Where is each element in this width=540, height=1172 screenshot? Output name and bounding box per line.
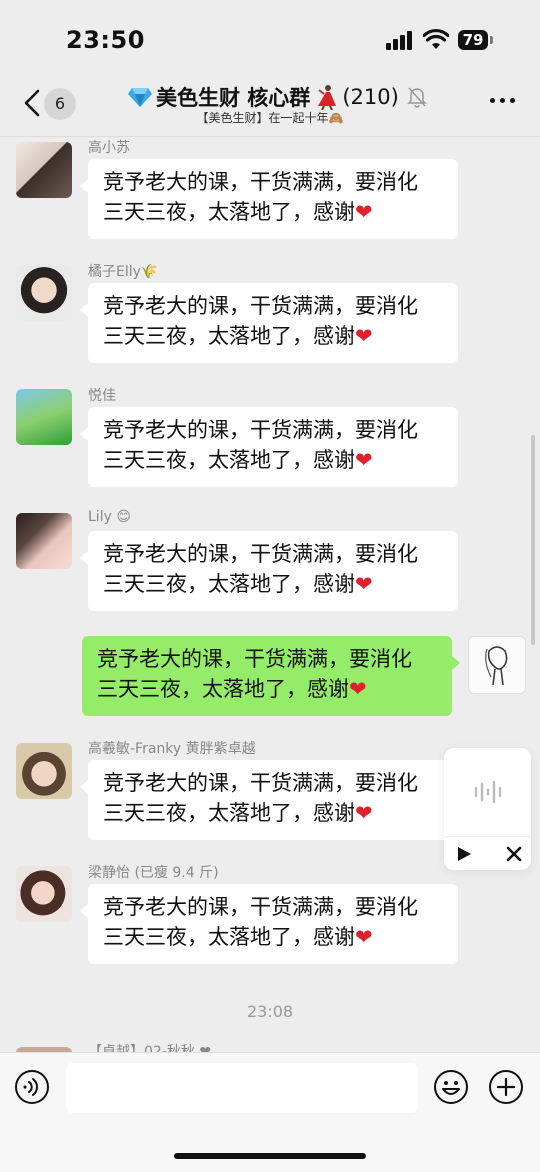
floating-audio-widget[interactable] xyxy=(444,748,531,870)
message-text-line: 竞予老大的课，干货满满，要消化 xyxy=(103,418,418,442)
dancer-emoji-icon xyxy=(318,85,337,110)
message-bubble[interactable]: 竞予老大的课，干货满满，要消化 三天三夜，太落地了，感谢❤ xyxy=(80,884,458,964)
heart-emoji: ❤ xyxy=(355,324,373,348)
message-text-line: 三天三夜，太落地了，感谢 xyxy=(103,801,355,825)
sender-name: 梁静怡 (已瘦 9.4 斤) xyxy=(88,865,219,881)
chat-title[interactable]: 美色生财 核心群 (210) xyxy=(128,82,427,112)
sender-name: 高羲敏-Franky 黄胖紫卓越 xyxy=(88,741,256,757)
signal-icon xyxy=(386,30,416,50)
voice-input-icon[interactable] xyxy=(14,1069,50,1105)
plus-icon[interactable] xyxy=(488,1069,524,1105)
sender-name: 悦佳 xyxy=(88,388,116,404)
close-icon[interactable] xyxy=(504,844,524,864)
message-text-line: 三天三夜，太落地了，感谢 xyxy=(103,572,355,596)
heart-emoji: ❤ xyxy=(355,801,373,825)
wifi-icon xyxy=(423,28,449,49)
group-subtitle: 【美色生财】在一起十年🙈 xyxy=(196,111,344,125)
message-text-line: 竞予老大的课，干货满满，要消化 xyxy=(103,542,418,566)
sender-name: 【卓越】02-秋秋 ❤ xyxy=(88,1044,212,1052)
message-bubble[interactable]: 竞予老大的课，干货满满，要消化 三天三夜，太落地了，感谢❤ xyxy=(80,407,458,487)
battery-tip xyxy=(490,36,493,44)
message-list[interactable]: 高小苏 竞予老大的课，干货满满，要消化 三天三夜，太落地了，感谢❤ 橘子Elly… xyxy=(0,137,540,1052)
sender-name: 橘子Elly🌾 xyxy=(88,264,159,280)
message-bubble[interactable]: 竞予老大的课，干货满满，要消化 三天三夜，太落地了，感谢❤ xyxy=(80,760,458,840)
avatar[interactable] xyxy=(16,265,72,321)
member-count: (210) xyxy=(342,85,399,109)
heart-emoji: ❤ xyxy=(355,925,373,949)
message-text-line: 三天三夜，太落地了，感谢 xyxy=(103,925,355,949)
chat-header: 6 美色生财 核心群 (210) 【美色生财】在一起十年🙈 xyxy=(0,80,540,137)
muted-bell-icon xyxy=(406,87,427,108)
message-input[interactable] xyxy=(66,1063,418,1113)
status-time: 23:50 xyxy=(66,26,145,54)
heart-emoji: ❤ xyxy=(355,448,373,472)
message-text-line: 竞予老大的课，干货满满，要消化 xyxy=(103,294,418,318)
my-avatar[interactable] xyxy=(468,636,526,694)
emoji-icon[interactable] xyxy=(433,1069,469,1105)
status-bar: 23:50 79 xyxy=(0,0,540,80)
heart-emoji: ❤ xyxy=(349,677,367,701)
avatar[interactable] xyxy=(16,743,72,799)
avatar[interactable] xyxy=(16,513,72,569)
home-indicator[interactable] xyxy=(174,1153,366,1159)
message-text-line: 三天三夜，太落地了，感谢 xyxy=(103,324,355,348)
message-bubble[interactable]: 竞予老大的课，干货满满，要消化 三天三夜，太落地了，感谢❤ xyxy=(80,283,458,363)
play-icon[interactable] xyxy=(454,844,474,864)
avatar[interactable] xyxy=(16,142,72,198)
message-text-line: 竞予老大的课，干货满满，要消化 xyxy=(103,895,418,919)
sketch-avatar-icon xyxy=(485,646,508,686)
message-text-line: 三天三夜，太落地了，感谢 xyxy=(97,677,349,701)
message-text-line: 竞予老大的课，干货满满，要消化 xyxy=(103,170,418,194)
battery-indicator: 79 xyxy=(458,30,488,50)
message-bubble-mine[interactable]: 竞予老大的课，干货满满，要消化 三天三夜，太落地了，感谢❤ xyxy=(82,636,460,716)
heart-emoji: ❤ xyxy=(355,200,373,224)
message-bubble[interactable]: 竞予老大的课，干货满满，要消化 三天三夜，太落地了，感谢❤ xyxy=(80,531,458,611)
message-text-line: 三天三夜，太落地了，感谢 xyxy=(103,448,355,472)
message-timestamp: 23:08 xyxy=(246,1002,294,1021)
sound-wave-icon xyxy=(474,780,502,804)
avatar[interactable] xyxy=(16,389,72,445)
message-bubble[interactable]: 竞予老大的课，干货满满，要消化 三天三夜，太落地了，感谢❤ xyxy=(80,159,458,239)
diamond-icon xyxy=(128,88,152,107)
message-text-line: 竞予老大的课，干货满满，要消化 xyxy=(97,647,412,671)
avatar[interactable] xyxy=(16,866,72,922)
message-text-line: 竞予老大的课，干货满满，要消化 xyxy=(103,771,418,795)
message-text-line: 三天三夜，太落地了，感谢 xyxy=(103,200,355,224)
more-options-icon[interactable] xyxy=(490,98,515,103)
sender-name: Lily 😊 xyxy=(88,509,131,525)
heart-emoji: ❤ xyxy=(355,572,373,596)
sender-name: 高小苏 xyxy=(88,140,130,156)
group-name: 美色生财 核心群 xyxy=(156,86,311,110)
divider xyxy=(444,836,531,837)
scrollbar[interactable] xyxy=(531,435,535,645)
